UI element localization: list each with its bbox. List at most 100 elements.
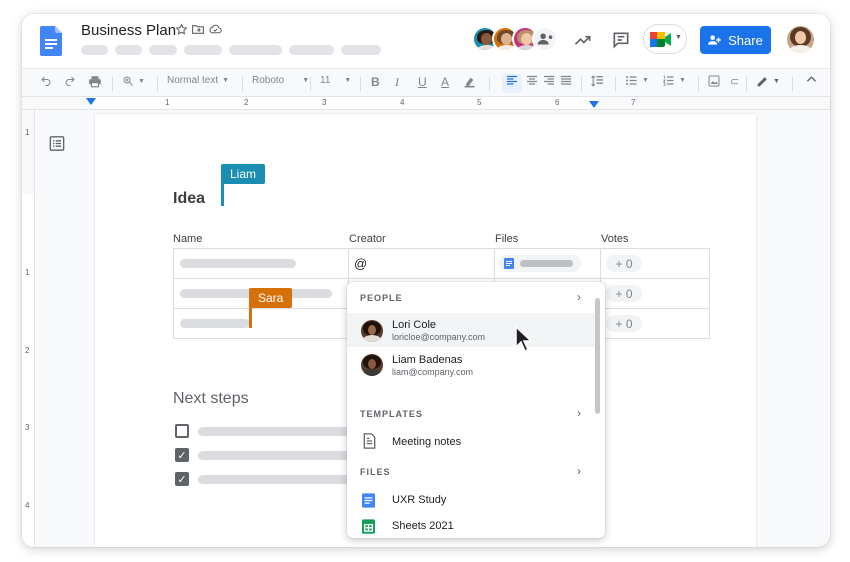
top-bar: Business Plan ▼ Share bbox=[22, 14, 830, 68]
font-size-dropdown[interactable]: 11 ▼ bbox=[320, 75, 351, 86]
docs-file-icon bbox=[362, 493, 375, 508]
mouse-pointer-icon bbox=[515, 326, 533, 352]
menu-item-help[interactable] bbox=[341, 45, 381, 55]
ruler-mark: 1 bbox=[165, 98, 170, 107]
insert-image-icon[interactable] bbox=[708, 75, 720, 87]
chevron-down-icon: ▼ bbox=[675, 34, 682, 41]
templates-section-header: TEMPLATES bbox=[360, 409, 423, 419]
account-avatar[interactable] bbox=[787, 26, 814, 53]
menu-item-view[interactable] bbox=[149, 45, 177, 55]
meet-camera-icon bbox=[650, 32, 671, 47]
italic-icon[interactable]: I bbox=[395, 75, 399, 90]
ruler-mark: 7 bbox=[631, 98, 636, 107]
numbered-list-dropdown[interactable]: ▼ bbox=[662, 75, 686, 86]
line-spacing-icon[interactable] bbox=[591, 75, 604, 87]
popup-scrollbar[interactable] bbox=[595, 298, 600, 414]
undo-icon[interactable] bbox=[40, 75, 52, 87]
creator-mention-input[interactable]: @ bbox=[354, 256, 367, 271]
pencil-icon bbox=[757, 77, 767, 87]
cursor-caret bbox=[221, 182, 224, 206]
align-left-icon[interactable] bbox=[506, 75, 518, 86]
avatar bbox=[361, 354, 383, 376]
chevron-right-icon[interactable]: › bbox=[577, 406, 581, 420]
ruler-mark: 6 bbox=[555, 98, 560, 107]
ruler-mark: 4 bbox=[25, 501, 30, 510]
highlight-icon[interactable] bbox=[463, 75, 476, 88]
align-center-icon[interactable] bbox=[526, 75, 538, 86]
menu-item-insert[interactable] bbox=[184, 45, 222, 55]
align-justify-icon[interactable] bbox=[560, 75, 572, 86]
editing-mode-dropdown[interactable]: ▼ bbox=[756, 75, 780, 88]
ruler-mark: 5 bbox=[477, 98, 482, 107]
column-header-creator: Creator bbox=[349, 233, 386, 245]
collapse-menus-icon[interactable] bbox=[806, 75, 817, 83]
collaborator-cursor-liam: Liam bbox=[221, 164, 266, 184]
table-cell[interactable] bbox=[349, 249, 495, 279]
text-color-icon[interactable]: A bbox=[441, 75, 449, 89]
cursor-caret bbox=[249, 306, 252, 328]
left-indent-marker-icon[interactable] bbox=[86, 98, 96, 106]
vote-button[interactable]: + 0 bbox=[606, 315, 642, 332]
menu-item-edit[interactable] bbox=[115, 45, 142, 55]
checkbox-checked[interactable]: ✓ bbox=[175, 448, 189, 462]
people-section-header: PEOPLE bbox=[360, 293, 403, 303]
chevron-right-icon[interactable]: › bbox=[577, 290, 581, 304]
column-header-files: Files bbox=[495, 233, 519, 245]
document-title[interactable]: Business Plan bbox=[81, 22, 176, 39]
style-label: Normal text bbox=[167, 75, 219, 86]
ruler-mark: 1 bbox=[25, 128, 30, 137]
zoom-dropdown[interactable]: ▼ bbox=[122, 75, 145, 87]
right-indent-marker-icon[interactable] bbox=[589, 101, 599, 109]
chevron-down-icon: ▼ bbox=[642, 77, 649, 84]
align-right-icon[interactable] bbox=[543, 75, 555, 86]
bulleted-list-dropdown[interactable]: ▼ bbox=[625, 75, 649, 86]
person-email: liam@company.com bbox=[392, 367, 473, 377]
meet-button[interactable]: ▼ bbox=[643, 24, 687, 54]
style-dropdown[interactable]: Normal text ▼ bbox=[167, 75, 229, 86]
underline-icon[interactable]: U bbox=[418, 75, 427, 89]
sheets-file-icon bbox=[362, 519, 375, 534]
star-icon[interactable] bbox=[175, 23, 188, 36]
collaborator-cursor-sara: Sara bbox=[249, 288, 293, 308]
ruler-mark: 3 bbox=[322, 98, 327, 107]
menu-item-file[interactable] bbox=[81, 45, 108, 55]
file-chip[interactable] bbox=[499, 255, 581, 272]
chevron-down-icon: ▼ bbox=[302, 77, 310, 84]
placeholder-text bbox=[180, 319, 250, 328]
horizontal-ruler[interactable]: 1 2 3 4 5 6 7 bbox=[22, 97, 830, 110]
font-size-label: 11 bbox=[320, 75, 331, 86]
more-collaborators-icon[interactable] bbox=[532, 26, 558, 52]
bold-icon[interactable]: B bbox=[371, 75, 380, 89]
docs-logo-icon[interactable] bbox=[40, 26, 62, 56]
person-name: Lori Cole bbox=[392, 319, 437, 331]
vertical-ruler[interactable]: 1 1 2 3 4 bbox=[22, 110, 35, 547]
ruler-mark: 2 bbox=[25, 346, 30, 355]
placeholder-text bbox=[198, 475, 358, 484]
print-icon[interactable] bbox=[88, 75, 102, 88]
file-label: UXR Study bbox=[392, 494, 447, 506]
checkbox[interactable] bbox=[175, 424, 189, 438]
font-dropdown[interactable]: Roboto ▼ bbox=[252, 75, 309, 86]
avatar bbox=[361, 320, 383, 342]
redo-icon[interactable] bbox=[64, 75, 76, 87]
people-icon bbox=[708, 35, 721, 45]
chevron-down-icon: ▼ bbox=[222, 77, 230, 84]
share-label: Share bbox=[728, 32, 763, 48]
vote-button[interactable]: + 0 bbox=[606, 255, 642, 272]
file-label: Sheets 2021 bbox=[392, 520, 454, 532]
activity-trend-icon[interactable] bbox=[573, 30, 593, 50]
cloud-saved-icon[interactable] bbox=[208, 23, 223, 36]
zoom-icon bbox=[123, 76, 133, 86]
vote-button[interactable]: + 0 bbox=[606, 285, 642, 302]
collaborator-avatars[interactable] bbox=[472, 26, 558, 52]
checkbox-checked[interactable]: ✓ bbox=[175, 472, 189, 486]
menu-item-tools[interactable] bbox=[289, 45, 334, 55]
chevron-right-icon[interactable]: › bbox=[577, 464, 581, 478]
document-outline-icon[interactable] bbox=[49, 136, 65, 151]
person-email: loricloe@company.com bbox=[392, 332, 486, 342]
move-folder-icon[interactable] bbox=[191, 23, 205, 36]
menu-item-format[interactable] bbox=[229, 45, 282, 55]
comments-icon[interactable] bbox=[611, 30, 631, 50]
insert-link-icon[interactable]: ⊂ bbox=[730, 75, 739, 88]
share-button[interactable]: Share bbox=[700, 26, 771, 54]
